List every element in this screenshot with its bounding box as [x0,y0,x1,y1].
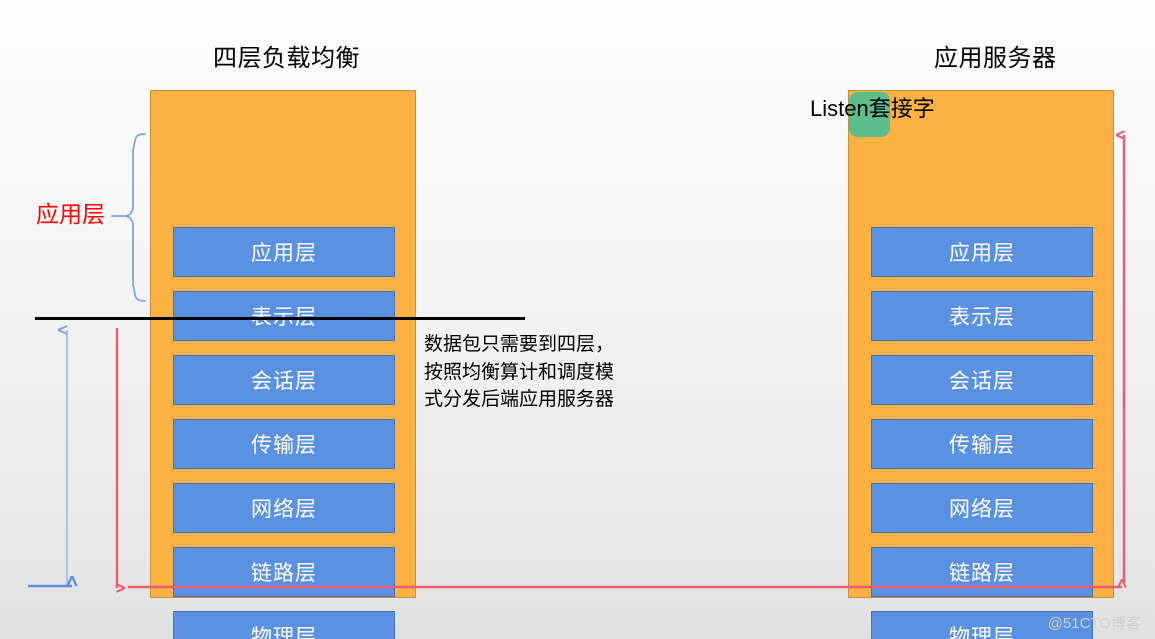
left-panel-title: 四层负载均衡 [213,45,360,72]
diagram-canvas: 四层负载均衡 应用服务器 应用层 表示层 会话层 传输层 网络层 链路层 物理层… [0,0,1155,639]
left-osi-stack: 应用层 表示层 会话层 传输层 网络层 链路层 物理层 [150,90,416,639]
right-layer-presentation: 表示层 [871,291,1093,341]
left-layer-application: 应用层 [173,227,395,277]
right-layer-transport: 传输层 [871,419,1093,469]
right-layer-network: 网络层 [871,483,1093,533]
left-layer-physical: 物理层 [173,611,395,639]
right-layer-datalink: 链路层 [871,547,1093,597]
application-layer-bracket-label: 应用层 [36,201,105,227]
right-panel-title: 应用服务器 [934,45,1057,72]
left-layer-datalink: 链路层 [173,547,395,597]
left-layer-network: 网络层 [173,483,395,533]
four-layer-separator [35,317,525,320]
application-layer-brace [111,133,146,302]
left-layer-session: 会话层 [173,355,395,405]
right-layer-session: 会话层 [871,355,1093,405]
lb-note-text: 数据包只需要到四层， 按照均衡算计和调度模 式分发后端应用服务器 [424,334,615,411]
left-layer-transport: 传输层 [173,419,395,469]
right-osi-stack: 应用层 表示层 会话层 传输层 网络层 链路层 物理层 [848,90,1114,639]
watermark: @51CTO博客 [1047,615,1141,632]
right-layer-application: 应用层 [871,227,1093,277]
left-layer-presentation: 表示层 [173,291,395,341]
listen-socket-label: Listen套接字 [810,96,935,121]
